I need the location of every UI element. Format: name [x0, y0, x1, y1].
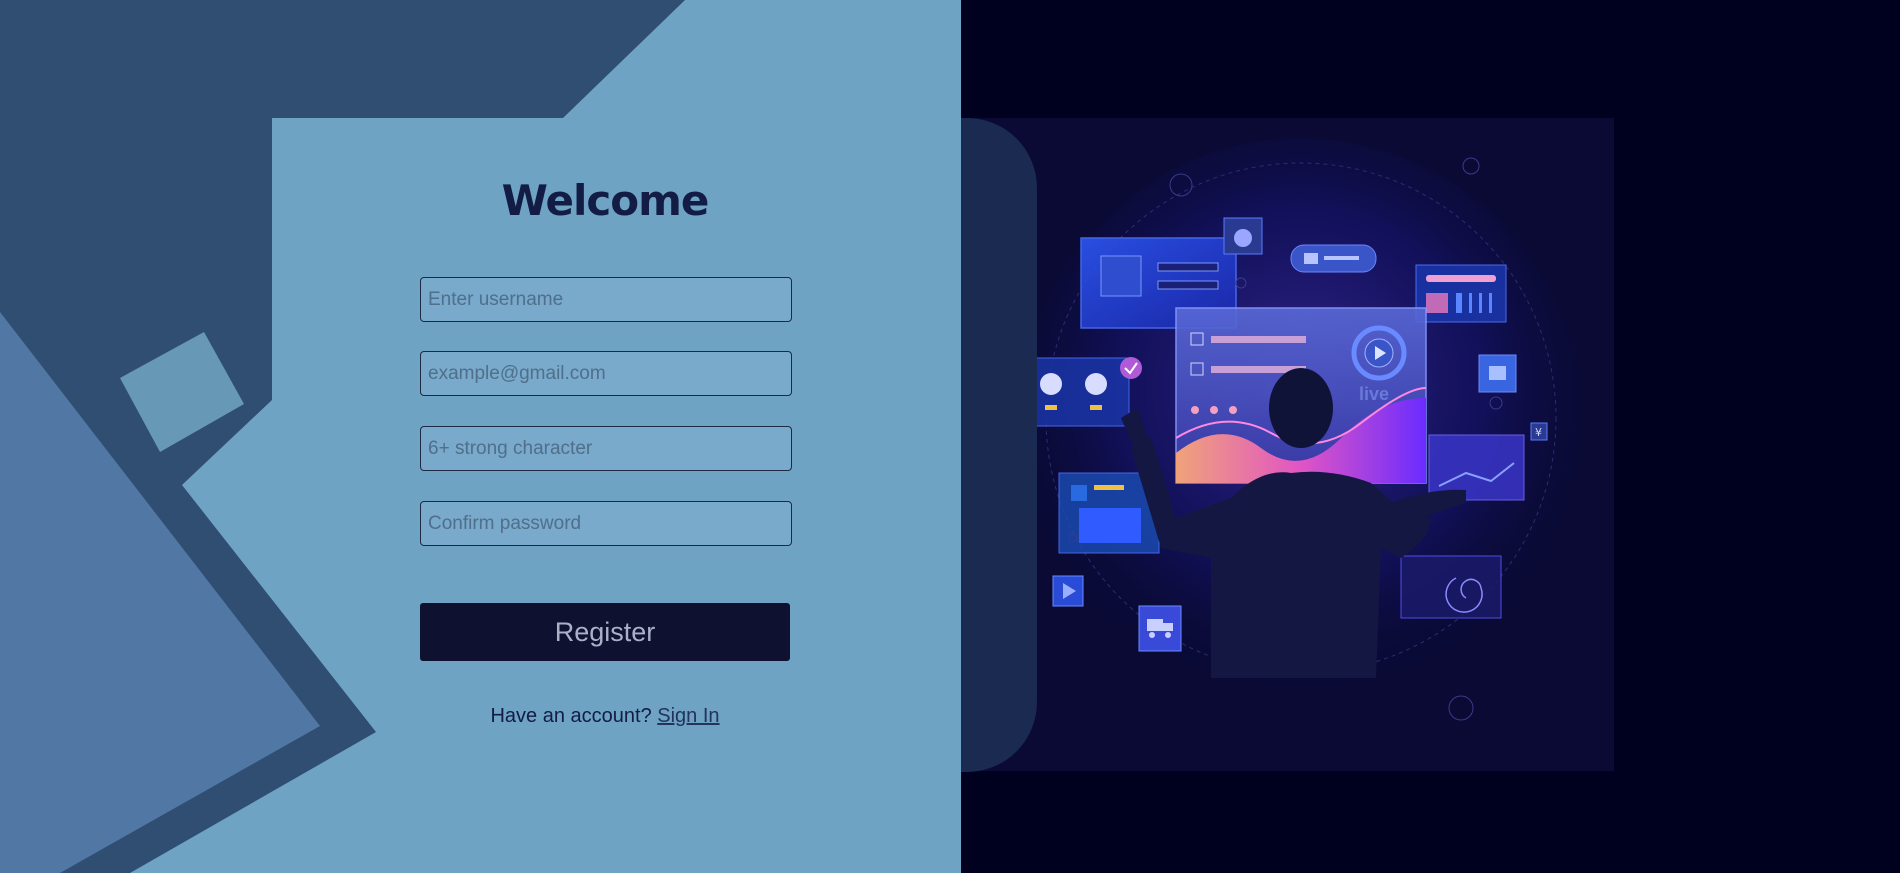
hero-illustration: live ¥	[961, 118, 1614, 771]
chat-bubble-icon	[1290, 244, 1377, 273]
register-button[interactable]: Register	[420, 603, 790, 661]
illustration-svg: live ¥	[961, 118, 1614, 771]
yen-symbol: ¥	[1535, 426, 1542, 439]
sign-in-link[interactable]: Sign In	[657, 705, 719, 727]
check-badge-icon	[1120, 357, 1142, 379]
shop-card	[1415, 264, 1507, 323]
signin-row: Have an account? Sign In	[272, 705, 938, 728]
glass-overlay-tab	[961, 118, 1037, 772]
bag-icon	[1223, 217, 1263, 255]
chart-card	[1428, 434, 1525, 501]
thumbs-up-icon	[1478, 354, 1517, 393]
spiral-card	[1400, 555, 1502, 619]
confirm-password-input[interactable]	[420, 501, 792, 546]
live-label: live	[1359, 384, 1389, 404]
have-account-text: Have an account?	[490, 705, 652, 727]
username-input[interactable]	[420, 277, 792, 322]
truck-icon	[1138, 605, 1182, 652]
yen-icon: ¥	[1530, 422, 1548, 441]
email-input[interactable]	[420, 351, 792, 396]
page-title: Welcome	[501, 176, 710, 225]
play-icon	[1052, 575, 1084, 607]
register-form: Welcome Register Have an account? Sign I…	[272, 118, 961, 873]
password-input[interactable]	[420, 426, 792, 471]
